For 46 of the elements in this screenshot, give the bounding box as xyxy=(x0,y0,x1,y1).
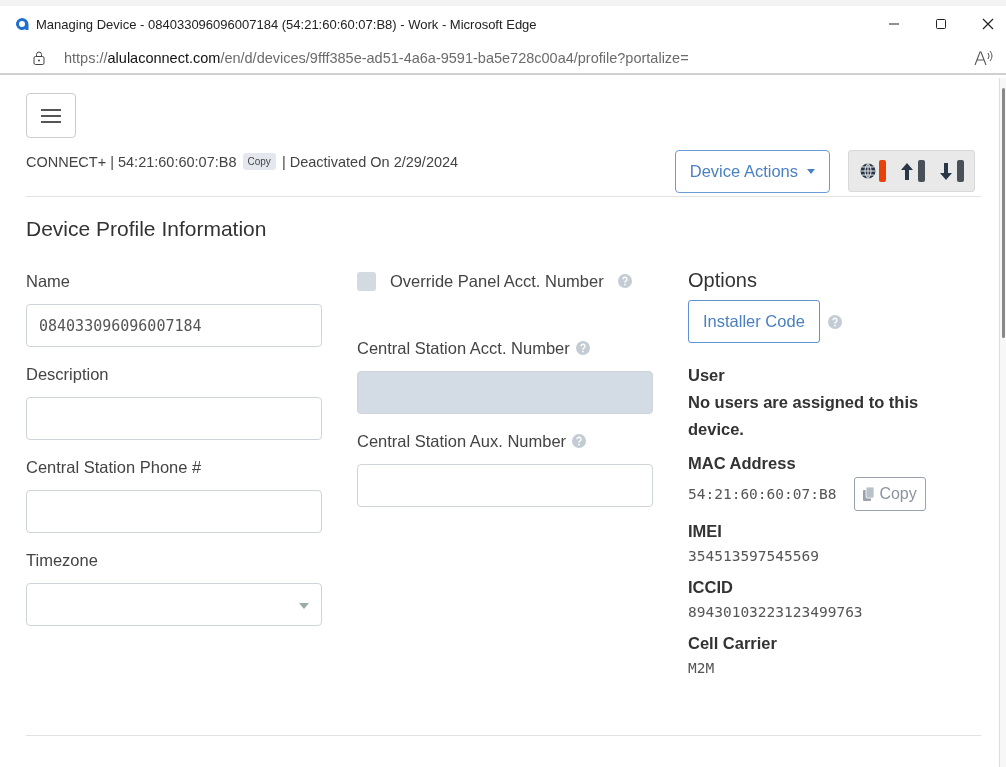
input-field[interactable] xyxy=(26,490,322,533)
field-label: Override Panel Acct. Number xyxy=(390,271,604,291)
device-model-text: CONNECT+ | 54:21:60:60:07:B8 xyxy=(26,153,237,170)
detail-value: No users are assigned to this device. xyxy=(688,392,920,440)
input-field[interactable] xyxy=(357,464,653,507)
options-title: Options xyxy=(688,269,758,291)
field-label: Name xyxy=(26,271,70,291)
checkbox[interactable] xyxy=(357,271,376,291)
timezone-select[interactable] xyxy=(26,583,322,626)
detail-value: 54:21:60:60:07:B8 xyxy=(688,485,837,504)
copy-button[interactable]: Copy xyxy=(242,153,276,170)
window-title: Managing Device - 084033096096007184 (54:21:60:60:07:B8) - Work - Microsoft Edge xyxy=(36,16,538,32)
field-label: Description xyxy=(26,364,109,384)
caret-icon xyxy=(299,603,309,609)
field-label: Central Station Phone # xyxy=(26,457,202,477)
detail-label: IMEI xyxy=(688,521,723,541)
field-label: Timezone xyxy=(26,550,98,570)
detail-label: ICCID xyxy=(688,577,734,597)
field-label: Central Station Aux. Number xyxy=(357,431,567,451)
scrollbar[interactable] xyxy=(999,78,1006,767)
deactivated-text: | Deactivated On 2/29/2024 xyxy=(281,153,459,170)
installer-code-button[interactable]: Installer Code xyxy=(688,300,820,343)
detail-value: 354513597545569 xyxy=(688,547,819,566)
maximize-icon xyxy=(935,18,947,30)
input-field[interactable] xyxy=(26,397,322,440)
detail-value: M2M xyxy=(688,659,715,678)
caret-icon xyxy=(807,169,815,174)
detail-value: 89430103223123499763 xyxy=(688,603,863,622)
menu-icon xyxy=(41,107,61,124)
section-title: Device Profile Information xyxy=(26,217,268,241)
globe-icon xyxy=(859,160,877,182)
lock-icon xyxy=(32,49,46,66)
detail-label: Cell Carrier xyxy=(688,633,778,653)
help-icon xyxy=(827,314,842,329)
copy-icon xyxy=(863,487,876,501)
device-actions-button[interactable]: Device Actions xyxy=(674,150,830,193)
detail-label: User xyxy=(688,365,726,385)
detail-label: MAC Address xyxy=(688,453,797,473)
read-aloud-icon xyxy=(974,49,994,66)
close-icon xyxy=(982,18,994,30)
input-field[interactable]: 084033096096007184 xyxy=(26,304,322,347)
menu-button[interactable] xyxy=(26,93,76,138)
app-logo-icon xyxy=(14,16,30,32)
field-label: Central Station Acct. Number xyxy=(357,338,570,358)
arrow-down-icon xyxy=(937,160,955,182)
url-text[interactable]: https://alulaconnect.com/en/d/devices/9fff385e-ad51-4a6a-9591-ba5e728c00a4/profile?portalize= xyxy=(64,49,974,66)
